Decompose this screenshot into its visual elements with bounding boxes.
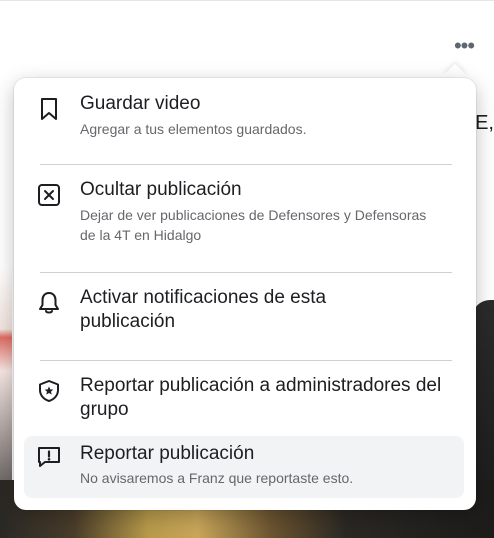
menu-item-report-to-admins[interactable]: Reportar publicación a administradores d… — [24, 374, 464, 430]
menu-item-subtitle: Agregar a tus elementos guardados. — [80, 121, 307, 137]
menu-divider — [40, 272, 452, 273]
menu-item-save-video[interactable]: Guardar video Agregar a tus elementos gu… — [24, 92, 464, 156]
menu-item-report-post[interactable]: Reportar publicación No avisaremos a Fra… — [24, 436, 464, 498]
menu-item-turn-on-notifications[interactable]: Activar notificaciones de esta publicaci… — [24, 286, 464, 350]
bell-icon — [34, 288, 64, 318]
menu-item-title: Ocultar publicación — [80, 179, 242, 200]
menu-item-subtitle: No avisaremos a Franz que reportaste est… — [80, 470, 354, 486]
menu-item-title: Reportar publicación — [80, 443, 255, 464]
hide-box-icon — [34, 180, 64, 210]
post-options-menu: Guardar video Agregar a tus elementos gu… — [14, 78, 476, 510]
menu-item-title: Reportar publicación a administradores d… — [80, 375, 442, 420]
bookmark-icon — [34, 94, 64, 124]
menu-divider — [40, 360, 452, 361]
post-media-edge-left — [0, 120, 12, 538]
menu-item-hide-post[interactable]: Ocultar publicación Dejar de ver publica… — [24, 178, 464, 266]
menu-divider — [40, 164, 452, 165]
menu-item-subtitle: Dejar de ver publicaciones de Defensores… — [80, 207, 427, 243]
admin-shield-icon — [34, 376, 64, 406]
more-options-button[interactable]: ••• — [448, 30, 480, 62]
report-flag-icon — [34, 442, 64, 472]
menu-item-title: Guardar video — [80, 93, 201, 114]
menu-item-title: Activar notificaciones de esta publicaci… — [80, 287, 327, 332]
